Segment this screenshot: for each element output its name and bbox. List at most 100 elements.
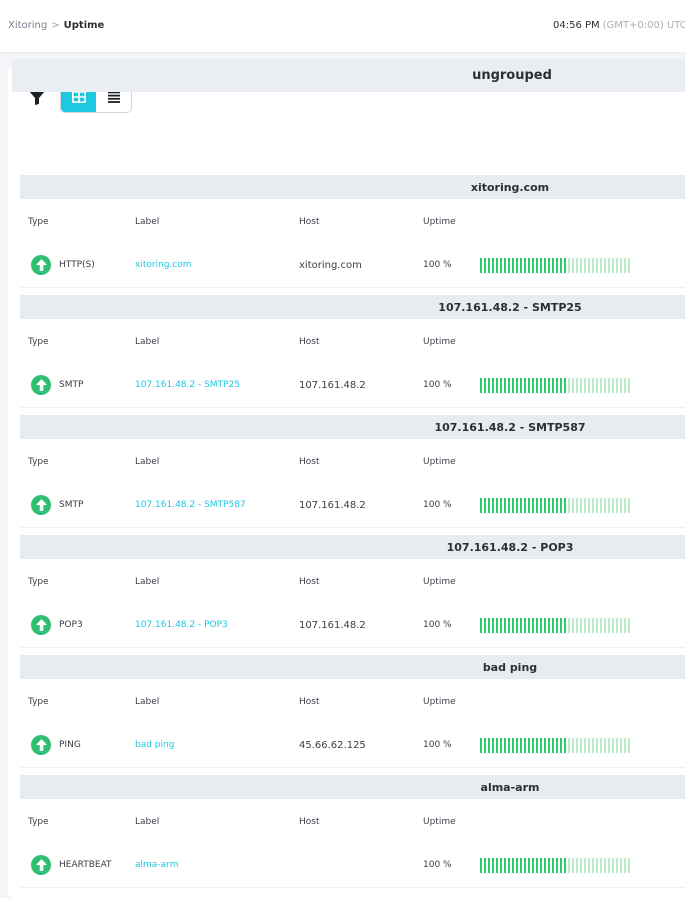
uptime-bar	[608, 858, 610, 873]
uptime-bar	[548, 258, 550, 273]
uptime-bar	[528, 618, 530, 633]
uptime-bar	[508, 498, 510, 513]
breadcrumb-root-link[interactable]: Xitoring	[8, 20, 47, 31]
uptime-bar	[556, 258, 558, 273]
uptime-bar	[500, 378, 502, 393]
table-row[interactable]: PING bad ping 45.66.62.125 100 %	[20, 725, 685, 768]
column-header-uptime: Uptime	[423, 217, 456, 227]
uptime-bar	[536, 498, 538, 513]
uptime-bar	[584, 258, 586, 273]
arrow-up-icon	[31, 495, 51, 515]
table-row[interactable]: POP3 107.161.48.2 - POP3 107.161.48.2 100 %	[20, 605, 685, 648]
uptime-bar	[544, 258, 546, 273]
uptime-bar	[488, 618, 490, 633]
uptime-bar	[520, 858, 522, 873]
breadcrumb-current: Uptime	[63, 20, 105, 31]
uptime-bar	[564, 858, 566, 873]
uptime-bar	[604, 378, 606, 393]
uptime-bar	[612, 378, 614, 393]
monitor-label-link[interactable]: 107.161.48.2 - SMTP25	[135, 380, 240, 390]
uptime-bar	[504, 858, 506, 873]
table-row[interactable]: SMTP 107.161.48.2 - SMTP587 107.161.48.2 10…	[20, 485, 685, 528]
uptime-bar	[528, 378, 530, 393]
uptime-bar	[568, 498, 570, 513]
uptime-bar	[588, 858, 590, 873]
uptime-bar	[516, 858, 518, 873]
monitor-card: bad ping Type Label Host Uptime PING bad ping 4…	[20, 655, 685, 768]
uptime-bar	[564, 618, 566, 633]
group-name: ungrouped	[472, 68, 552, 83]
uptime-bar	[492, 378, 494, 393]
column-header-host: Host	[299, 697, 320, 707]
breadcrumb-separator: >	[51, 20, 60, 31]
table-header: Type Label Host Uptime	[20, 679, 685, 726]
monitor-type: SMTP	[59, 500, 84, 510]
uptime-bar	[560, 258, 562, 273]
column-header-label: Label	[135, 217, 160, 227]
uptime-bar	[552, 858, 554, 873]
uptime-bar	[560, 618, 562, 633]
uptime-bar	[564, 738, 566, 753]
uptime-bar	[512, 858, 514, 873]
uptime-bar	[544, 378, 546, 393]
uptime-bar	[524, 738, 526, 753]
uptime-bar	[532, 258, 534, 273]
monitor-label-link[interactable]: 107.161.48.2 - POP3	[135, 620, 228, 630]
uptime-bar	[592, 618, 594, 633]
arrow-up-icon	[31, 255, 51, 275]
uptime-bar	[564, 498, 566, 513]
table-row[interactable]: HEARTBEAT alma-arm 100 %	[20, 845, 685, 888]
monitor-card: alma-arm Type Label Host Uptime HEARTBEAT alma…	[20, 775, 685, 888]
monitor-label-link[interactable]: 107.161.48.2 - SMTP587	[135, 500, 246, 510]
uptime-bar	[612, 618, 614, 633]
monitor-type: SMTP	[59, 380, 84, 390]
column-header-label: Label	[135, 697, 160, 707]
uptime-bar	[628, 258, 630, 273]
uptime-bar	[596, 858, 598, 873]
table-header: Type Label Host Uptime	[20, 319, 685, 366]
uptime-bar	[608, 618, 610, 633]
monitor-label-link[interactable]: bad ping	[135, 740, 174, 750]
uptime-bar	[528, 858, 530, 873]
column-header-host: Host	[299, 217, 320, 227]
arrow-up-icon	[31, 735, 51, 755]
list-view-icon	[107, 91, 120, 103]
uptime-bar	[604, 618, 606, 633]
uptime-bar	[600, 258, 602, 273]
column-header-type: Type	[28, 817, 49, 827]
uptime-bar	[500, 858, 502, 873]
uptime-bar	[500, 258, 502, 273]
uptime-bar	[556, 738, 558, 753]
uptime-bar	[576, 618, 578, 633]
table-header: Type Label Host Uptime	[20, 439, 685, 486]
monitor-label-link[interactable]: alma-arm	[135, 860, 178, 870]
monitor-label-link[interactable]: xitoring.com	[135, 260, 192, 270]
filter-icon[interactable]	[29, 91, 45, 105]
column-header-uptime: Uptime	[423, 817, 456, 827]
uptime-bar	[596, 738, 598, 753]
table-row[interactable]: SMTP 107.161.48.2 - SMTP25 107.161.48.2 100…	[20, 365, 685, 408]
column-header-type: Type	[28, 217, 49, 227]
uptime-bar	[524, 858, 526, 873]
monitor-card: 107.161.48.2 - SMTP587 Type Label Host Uptim…	[20, 415, 685, 528]
monitor-uptime: 100 %	[423, 620, 452, 630]
monitor-title: 107.161.48.2 - SMTP587	[20, 415, 685, 439]
uptime-bar	[540, 258, 542, 273]
uptime-bar	[552, 498, 554, 513]
uptime-bar	[540, 618, 542, 633]
uptime-bar	[552, 378, 554, 393]
uptime-bar	[532, 498, 534, 513]
uptime-bar	[604, 858, 606, 873]
uptime-bar	[572, 258, 574, 273]
uptime-bar	[484, 618, 486, 633]
uptime-bar	[576, 738, 578, 753]
uptime-bar	[520, 738, 522, 753]
uptime-bar	[620, 858, 622, 873]
uptime-bar	[480, 738, 482, 753]
uptime-history-bars	[480, 378, 632, 393]
table-row[interactable]: HTTP(S) xitoring.com xitoring.com 100 %	[20, 245, 685, 288]
uptime-bar	[544, 498, 546, 513]
uptime-bar	[540, 378, 542, 393]
monitor-host: 107.161.48.2	[299, 380, 366, 391]
column-header-type: Type	[28, 577, 49, 587]
